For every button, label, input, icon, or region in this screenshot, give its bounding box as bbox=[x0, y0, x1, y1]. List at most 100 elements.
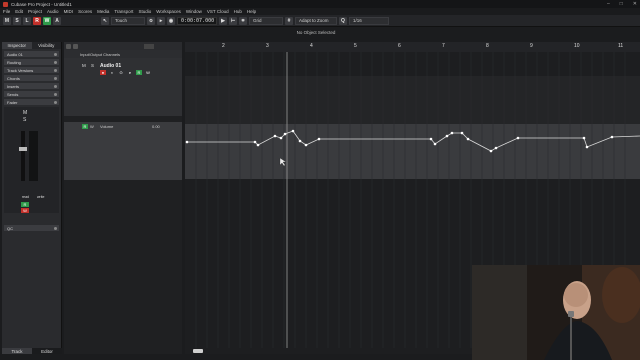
volume-fader[interactable] bbox=[21, 131, 25, 181]
listen-toggle-button[interactable]: L bbox=[23, 16, 31, 25]
inspector-section-qc[interactable]: QC bbox=[4, 225, 59, 231]
track-solo-button[interactable]: S bbox=[91, 63, 94, 68]
fader-read-button[interactable]: R bbox=[21, 202, 29, 207]
automation-value[interactable]: 0.00 bbox=[152, 124, 160, 129]
inspector-section-sends[interactable]: Sends bbox=[4, 91, 59, 97]
automation-panel-button[interactable]: A bbox=[53, 16, 61, 25]
menu-edit[interactable]: Edit bbox=[15, 9, 23, 14]
menu-vst-cloud[interactable]: VST Cloud bbox=[207, 9, 229, 14]
tab-track[interactable]: Track bbox=[2, 348, 32, 354]
write-automation-button[interactable]: W bbox=[43, 16, 51, 25]
ruler-bar-number: 7 bbox=[442, 43, 445, 49]
tab-visibility[interactable]: Visibility bbox=[31, 42, 61, 49]
menu-file[interactable]: File bbox=[3, 9, 10, 14]
inspector-section-routing[interactable]: Routing bbox=[4, 59, 59, 65]
menu-studio[interactable]: Studio bbox=[138, 9, 151, 14]
snap-type-select[interactable]: Grid bbox=[249, 16, 283, 25]
tab-editor[interactable]: Editor bbox=[32, 348, 62, 354]
menu-help[interactable]: Help bbox=[247, 9, 256, 14]
fader-mute-button[interactable]: M bbox=[23, 110, 27, 116]
track-controls: ● ◖ ⊙ e R W bbox=[100, 70, 151, 75]
menu-audio[interactable]: Audio bbox=[47, 9, 59, 14]
menu-project[interactable]: Project bbox=[28, 9, 42, 14]
automation-mode-select[interactable]: Touch bbox=[111, 16, 145, 25]
window-title: Cubase Pro Project - Untitled1 bbox=[11, 1, 72, 7]
inspector-section-track[interactable]: Audio 01 bbox=[4, 51, 59, 57]
cubase-logo-icon bbox=[3, 1, 8, 7]
grid-icon[interactable]: # bbox=[285, 16, 293, 25]
write-label: write bbox=[37, 195, 45, 199]
project-toolbar: M S L R W A ↖ Touch ⦸ ▸ ◉ 0:00:07.000 ▶ … bbox=[0, 15, 640, 27]
ruler-bar-number: 3 bbox=[266, 43, 269, 49]
add-track-icon[interactable] bbox=[66, 43, 71, 49]
fader-solo-button[interactable]: S bbox=[23, 117, 26, 123]
mute-toggle-button[interactable]: M bbox=[3, 16, 11, 25]
timeline-ruler[interactable]: 2 3 4 5 6 7 8 9 10 11 bbox=[185, 42, 640, 52]
tab-inspector[interactable]: Inspector bbox=[2, 42, 32, 49]
auto-scroll-icon[interactable]: ▸ bbox=[157, 16, 165, 25]
maximize-icon[interactable]: □ bbox=[620, 1, 623, 7]
read-automation-button[interactable]: R bbox=[33, 16, 41, 25]
ruler-bar-number: 2 bbox=[222, 43, 225, 49]
pointer-tool-icon[interactable]: ↖ bbox=[101, 16, 109, 25]
locator-icon[interactable]: ⊢ bbox=[229, 16, 237, 25]
track-list-header bbox=[64, 42, 182, 50]
menu-workspaces[interactable]: Workspaces bbox=[156, 9, 181, 14]
menu-transport[interactable]: Transport bbox=[114, 9, 133, 14]
audio-track-row[interactable]: M S Audio 01 ● ◖ ⊙ e R W bbox=[64, 58, 182, 116]
suspend-icon[interactable]: ⦸ bbox=[147, 16, 155, 25]
play-icon[interactable]: ▶ bbox=[219, 16, 227, 25]
minimize-icon[interactable]: – bbox=[607, 1, 610, 7]
menu-scores[interactable]: Scores bbox=[78, 9, 92, 14]
fader-write-button[interactable]: W bbox=[21, 208, 29, 213]
solo-toggle-button[interactable]: S bbox=[13, 16, 21, 25]
punch-icon[interactable]: ◉ bbox=[167, 16, 175, 25]
inspector-section-track-versions[interactable]: Track Versions bbox=[4, 67, 59, 73]
ruler-bar-number: 4 bbox=[310, 43, 313, 49]
track-list: Input/Output Channels M S Audio 01 ● ◖ ⊙… bbox=[64, 42, 182, 354]
monitor-icon[interactable]: ◖ bbox=[109, 70, 115, 75]
ruler-bar-number: 8 bbox=[486, 43, 489, 49]
automation-parameter-select[interactable]: Volume bbox=[100, 124, 113, 129]
ruler-bar-number: 9 bbox=[530, 43, 533, 49]
folder-track[interactable]: Input/Output Channels bbox=[64, 50, 182, 58]
snap-icon[interactable]: ⌗ bbox=[239, 16, 247, 25]
edit-icon[interactable]: e bbox=[127, 70, 133, 75]
quantize-icon[interactable]: Q bbox=[339, 16, 347, 25]
track-write-button[interactable]: W bbox=[145, 70, 151, 75]
track-menu-icon[interactable] bbox=[73, 43, 78, 49]
ruler-bar-number: 6 bbox=[398, 43, 401, 49]
inspector-section-inserts[interactable]: Inserts bbox=[4, 83, 59, 89]
close-icon[interactable]: ✕ bbox=[633, 1, 637, 7]
snap-mode-select[interactable]: Adapt to Zoom bbox=[295, 16, 337, 25]
automation-track-row[interactable]: R W Volume 0.00 bbox=[64, 122, 182, 180]
automation-write-button[interactable]: W bbox=[90, 124, 94, 129]
record-enable-icon[interactable]: ● bbox=[100, 70, 106, 75]
scrollbar-thumb[interactable] bbox=[193, 349, 203, 353]
track-count-badge bbox=[144, 43, 154, 49]
time-display[interactable]: 0:00:07.000 bbox=[177, 16, 217, 25]
menu-hub[interactable]: Hub bbox=[234, 9, 242, 14]
track-read-button[interactable]: R bbox=[136, 70, 142, 75]
presenter-webcam bbox=[472, 265, 640, 360]
inspector-section-fader[interactable]: Fader bbox=[4, 99, 59, 105]
menu-bar: File Edit Project Audio MIDI Scores Medi… bbox=[0, 8, 640, 15]
menu-midi[interactable]: MIDI bbox=[64, 9, 74, 14]
menu-window[interactable]: Window bbox=[186, 9, 202, 14]
menu-media[interactable]: Media bbox=[97, 9, 109, 14]
info-line: No Object Selected bbox=[296, 30, 336, 35]
fader-handle[interactable] bbox=[19, 147, 27, 151]
automation-read-button[interactable]: R bbox=[82, 124, 88, 129]
quantize-select[interactable]: 1/16 bbox=[349, 16, 389, 25]
title-bar: Cubase Pro Project - Untitled1 – □ ✕ bbox=[0, 0, 640, 8]
lower-zone-tabs: Track Editor bbox=[2, 348, 62, 354]
fader-panel: M S read write R W bbox=[4, 107, 59, 213]
ruler-bar-number: 10 bbox=[574, 43, 580, 49]
track-mute-button[interactable]: M bbox=[82, 63, 86, 68]
inspector-panel: Inspector Visibility Audio 01 Routing Tr… bbox=[2, 42, 62, 354]
inspector-section-chords[interactable]: Chords bbox=[4, 75, 59, 81]
link-icon[interactable]: ⊙ bbox=[118, 70, 124, 75]
track-name[interactable]: Audio 01 bbox=[100, 63, 121, 69]
level-meter bbox=[29, 131, 38, 181]
automation-lane bbox=[185, 124, 640, 179]
